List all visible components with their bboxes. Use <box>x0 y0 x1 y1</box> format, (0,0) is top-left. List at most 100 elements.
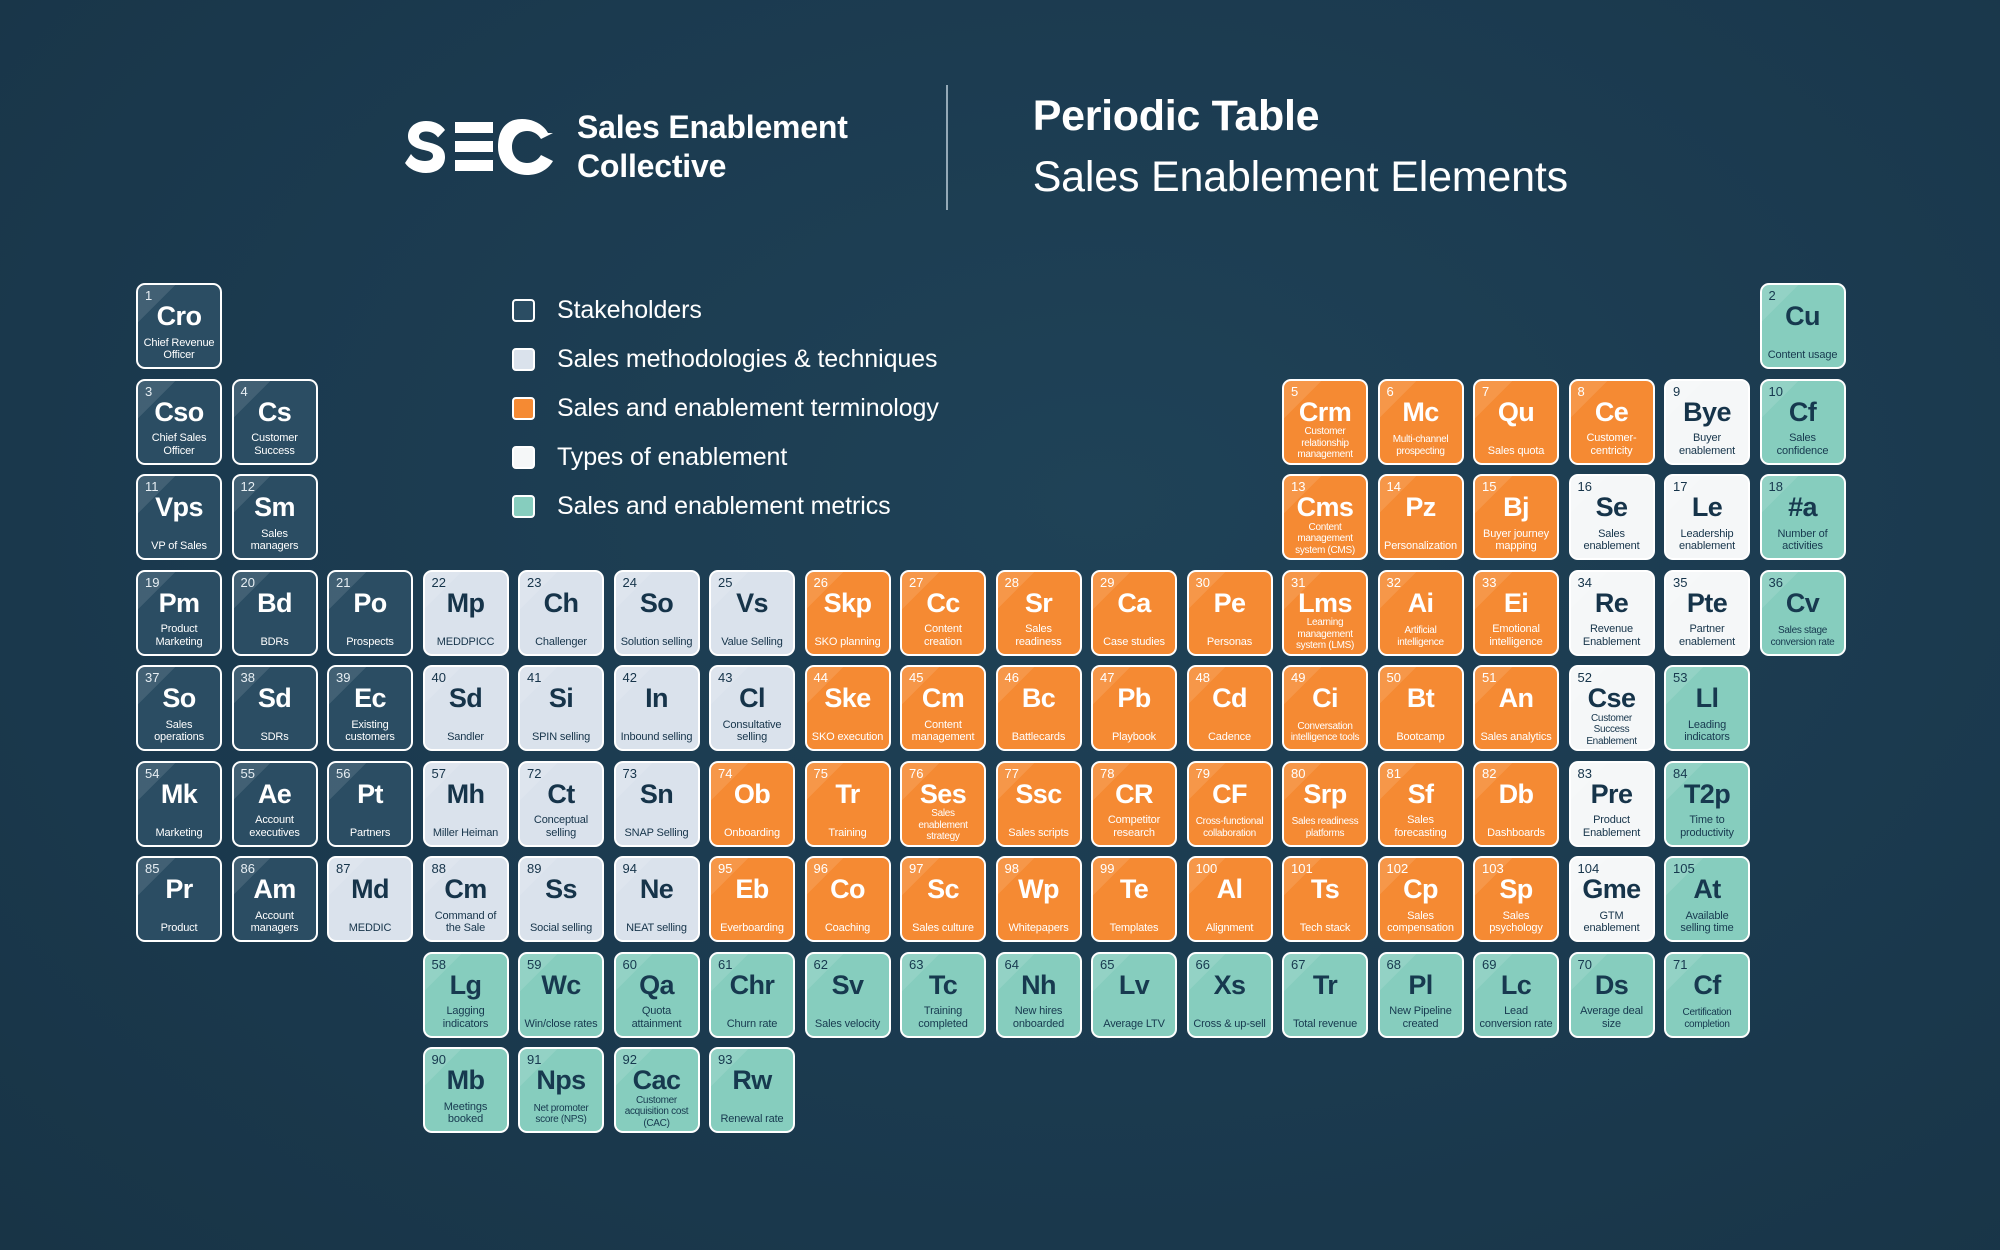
element-cell-pt-56[interactable]: 56 Pt Partners <box>327 760 413 847</box>
element-cell-tc-63[interactable]: 63 Tc Training completed <box>900 951 986 1038</box>
element-cell-ne-94[interactable]: 94 Ne NEAT selling <box>613 856 700 942</box>
element-cell-lg-58[interactable]: 58 Lg Lagging indicators <box>422 951 509 1038</box>
element-cell-ll-53[interactable]: 53 Ll Leading indicators <box>1664 665 1750 751</box>
element-cell-ds-70[interactable]: 70 Ds Average deal size <box>1568 951 1655 1038</box>
element-cell-cl-43[interactable]: 43 Cl Consultative selling <box>709 665 795 751</box>
element-cell-mh-57[interactable]: 57 Mh Miller Heiman <box>422 760 509 847</box>
element-cell-ai-32[interactable]: 32 Ai Artificial intelligence <box>1377 569 1464 656</box>
element-cell-cs-4[interactable]: 4 Cs Customer Success <box>231 378 318 465</box>
element-cell-ae-55[interactable]: 55 Ae Account executives <box>231 760 318 847</box>
element-cell-md-87[interactable]: 87 Md MEDDIC <box>327 856 413 942</box>
element-cell-sd-38[interactable]: 38 Sd SDRs <box>231 665 318 751</box>
element-cell-eb-95[interactable]: 95 Eb Everboarding <box>709 856 795 942</box>
element-cell-cse-52[interactable]: 52 Cse Customer Success Enablement <box>1568 665 1655 751</box>
element-cell-a-18[interactable]: 18 #a Number of activities <box>1759 474 1846 560</box>
element-cell-ssc-77[interactable]: 77 Ssc Sales scripts <box>995 760 1082 847</box>
element-cell-an-51[interactable]: 51 An Sales analytics <box>1473 665 1559 751</box>
element-cell-sd-40[interactable]: 40 Sd Sandler <box>422 665 509 751</box>
element-cell-ob-74[interactable]: 74 Ob Onboarding <box>709 760 795 847</box>
element-cell-pte-35[interactable]: 35 Pte Partner enablement <box>1664 569 1750 656</box>
element-cell-t2p-84[interactable]: 84 T2p Time to productivity <box>1664 760 1750 847</box>
element-cell-bd-20[interactable]: 20 Bd BDRs <box>231 569 318 656</box>
element-cell-mb-90[interactable]: 90 Mb Meetings booked <box>422 1047 509 1133</box>
element-cell-cf-10[interactable]: 10 Cf Sales confidence <box>1759 378 1846 465</box>
element-cell-cso-3[interactable]: 3 Cso Chief Sales Officer <box>136 378 222 465</box>
element-cell-tr-75[interactable]: 75 Tr Training <box>804 760 891 847</box>
element-cell-ts-101[interactable]: 101 Ts Tech stack <box>1282 856 1368 942</box>
element-cell-wc-59[interactable]: 59 Wc Win/close rates <box>518 951 604 1038</box>
element-cell-co-96[interactable]: 96 Co Coaching <box>804 856 891 942</box>
element-cell-db-82[interactable]: 82 Db Dashboards <box>1473 760 1559 847</box>
element-cell-sn-73[interactable]: 73 Sn SNAP Selling <box>613 760 700 847</box>
element-cell-al-100[interactable]: 100 Al Alignment <box>1186 856 1273 942</box>
element-cell-in-42[interactable]: 42 In Inbound selling <box>613 665 700 751</box>
element-cell-ce-8[interactable]: 8 Ce Customer-centricity <box>1568 378 1655 465</box>
element-cell-nps-91[interactable]: 91 Nps Net promoter score (NPS) <box>518 1047 604 1133</box>
element-cell-bt-50[interactable]: 50 Bt Bootcamp <box>1377 665 1464 751</box>
element-cell-se-16[interactable]: 16 Se Sales enablement <box>1568 474 1655 560</box>
element-cell-sp-103[interactable]: 103 Sp Sales psychology <box>1473 856 1559 942</box>
element-cell-pm-19[interactable]: 19 Pm Product Marketing <box>136 569 222 656</box>
element-cell-wp-98[interactable]: 98 Wp Whitepapers <box>995 856 1082 942</box>
element-cell-cf-71[interactable]: 71 Cf Certification completion <box>1664 951 1750 1038</box>
element-cell-ci-49[interactable]: 49 Ci Conversation intelligence tools <box>1282 665 1368 751</box>
element-cell-pl-68[interactable]: 68 Pl New Pipeline created <box>1377 951 1464 1038</box>
element-cell-at-105[interactable]: 105 At Available selling time <box>1664 856 1750 942</box>
element-cell-bj-15[interactable]: 15 Bj Buyer journey mapping <box>1473 474 1559 560</box>
element-cell-sf-81[interactable]: 81 Sf Sales forecasting <box>1377 760 1464 847</box>
element-cell-te-99[interactable]: 99 Te Templates <box>1091 856 1177 942</box>
element-cell-sc-97[interactable]: 97 Sc Sales culture <box>900 856 986 942</box>
element-cell-sr-28[interactable]: 28 Sr Sales readiness <box>995 569 1082 656</box>
element-cell-ei-33[interactable]: 33 Ei Emotional intelligence <box>1473 569 1559 656</box>
element-cell-qu-7[interactable]: 7 Qu Sales quota <box>1473 378 1559 465</box>
element-cell-gme-104[interactable]: 104 Gme GTM enablement <box>1568 856 1655 942</box>
element-cell-cm-88[interactable]: 88 Cm Command of the Sale <box>422 856 509 942</box>
element-cell-ses-76[interactable]: 76 Ses Sales enablement strategy <box>900 760 986 847</box>
element-cell-vps-11[interactable]: 11 Vps VP of Sales <box>136 474 222 560</box>
element-cell-cf-79[interactable]: 79 CF Cross-functional collaboration <box>1186 760 1273 847</box>
element-cell-bye-9[interactable]: 9 Bye Buyer enablement <box>1664 378 1750 465</box>
element-cell-ch-23[interactable]: 23 Ch Challenger <box>518 569 604 656</box>
element-cell-mc-6[interactable]: 6 Mc Multi-channel prospecting <box>1377 378 1464 465</box>
element-cell-cu-2[interactable]: 2 Cu Content usage <box>1759 283 1846 369</box>
element-cell-si-41[interactable]: 41 Si SPIN selling <box>518 665 604 751</box>
element-cell-sm-12[interactable]: 12 Sm Sales managers <box>231 474 318 560</box>
element-cell-mk-54[interactable]: 54 Mk Marketing <box>136 760 222 847</box>
element-cell-pe-30[interactable]: 30 Pe Personas <box>1186 569 1273 656</box>
element-cell-cd-48[interactable]: 48 Cd Cadence <box>1186 665 1273 751</box>
element-cell-cac-92[interactable]: 92 Cac Customer acquisition cost (CAC) <box>613 1047 700 1133</box>
element-cell-bc-46[interactable]: 46 Bc Battlecards <box>995 665 1082 751</box>
element-cell-so-24[interactable]: 24 So Solution selling <box>613 569 700 656</box>
element-cell-xs-66[interactable]: 66 Xs Cross & up-sell <box>1186 951 1273 1038</box>
element-cell-cv-36[interactable]: 36 Cv Sales stage conversion rate <box>1759 569 1846 656</box>
element-cell-qa-60[interactable]: 60 Qa Quota attainment <box>613 951 700 1038</box>
element-cell-ske-44[interactable]: 44 Ske SKO execution <box>804 665 891 751</box>
element-cell-ct-72[interactable]: 72 Ct Conceptual selling <box>518 760 604 847</box>
element-cell-cc-27[interactable]: 27 Cc Content creation <box>900 569 986 656</box>
element-cell-cr-78[interactable]: 78 CR Competitor research <box>1091 760 1177 847</box>
element-cell-pr-85[interactable]: 85 Pr Product <box>136 856 222 942</box>
element-cell-am-86[interactable]: 86 Am Account managers <box>231 856 318 942</box>
element-cell-skp-26[interactable]: 26 Skp SKO planning <box>804 569 891 656</box>
element-cell-cp-102[interactable]: 102 Cp Sales compensation <box>1377 856 1464 942</box>
element-cell-tr-67[interactable]: 67 Tr Total revenue <box>1282 951 1368 1038</box>
element-cell-re-34[interactable]: 34 Re Revenue Enablement <box>1568 569 1655 656</box>
element-cell-nh-64[interactable]: 64 Nh New hires onboarded <box>995 951 1082 1038</box>
element-cell-cro-1[interactable]: 1 Cro Chief Revenue Officer <box>136 283 222 369</box>
element-cell-ca-29[interactable]: 29 Ca Case studies <box>1091 569 1177 656</box>
element-cell-pz-14[interactable]: 14 Pz Personalization <box>1377 474 1464 560</box>
element-cell-cm-45[interactable]: 45 Cm Content management <box>900 665 986 751</box>
element-cell-lv-65[interactable]: 65 Lv Average LTV <box>1091 951 1177 1038</box>
element-cell-ss-89[interactable]: 89 Ss Social selling <box>518 856 604 942</box>
element-cell-vs-25[interactable]: 25 Vs Value Selling <box>709 569 795 656</box>
element-cell-mp-22[interactable]: 22 Mp MEDDPICC <box>422 569 509 656</box>
element-cell-so-37[interactable]: 37 So Sales operations <box>136 665 222 751</box>
element-cell-crm-5[interactable]: 5 Crm Customer relationship management <box>1282 378 1368 465</box>
element-cell-lc-69[interactable]: 69 Lc Lead conversion rate <box>1473 951 1559 1038</box>
element-cell-srp-80[interactable]: 80 Srp Sales readiness platforms <box>1282 760 1368 847</box>
element-cell-sv-62[interactable]: 62 Sv Sales velocity <box>804 951 891 1038</box>
element-cell-ec-39[interactable]: 39 Ec Existing customers <box>327 665 413 751</box>
element-cell-pre-83[interactable]: 83 Pre Product Enablement <box>1568 760 1655 847</box>
element-cell-rw-93[interactable]: 93 Rw Renewal rate <box>709 1047 795 1133</box>
element-cell-pb-47[interactable]: 47 Pb Playbook <box>1091 665 1177 751</box>
